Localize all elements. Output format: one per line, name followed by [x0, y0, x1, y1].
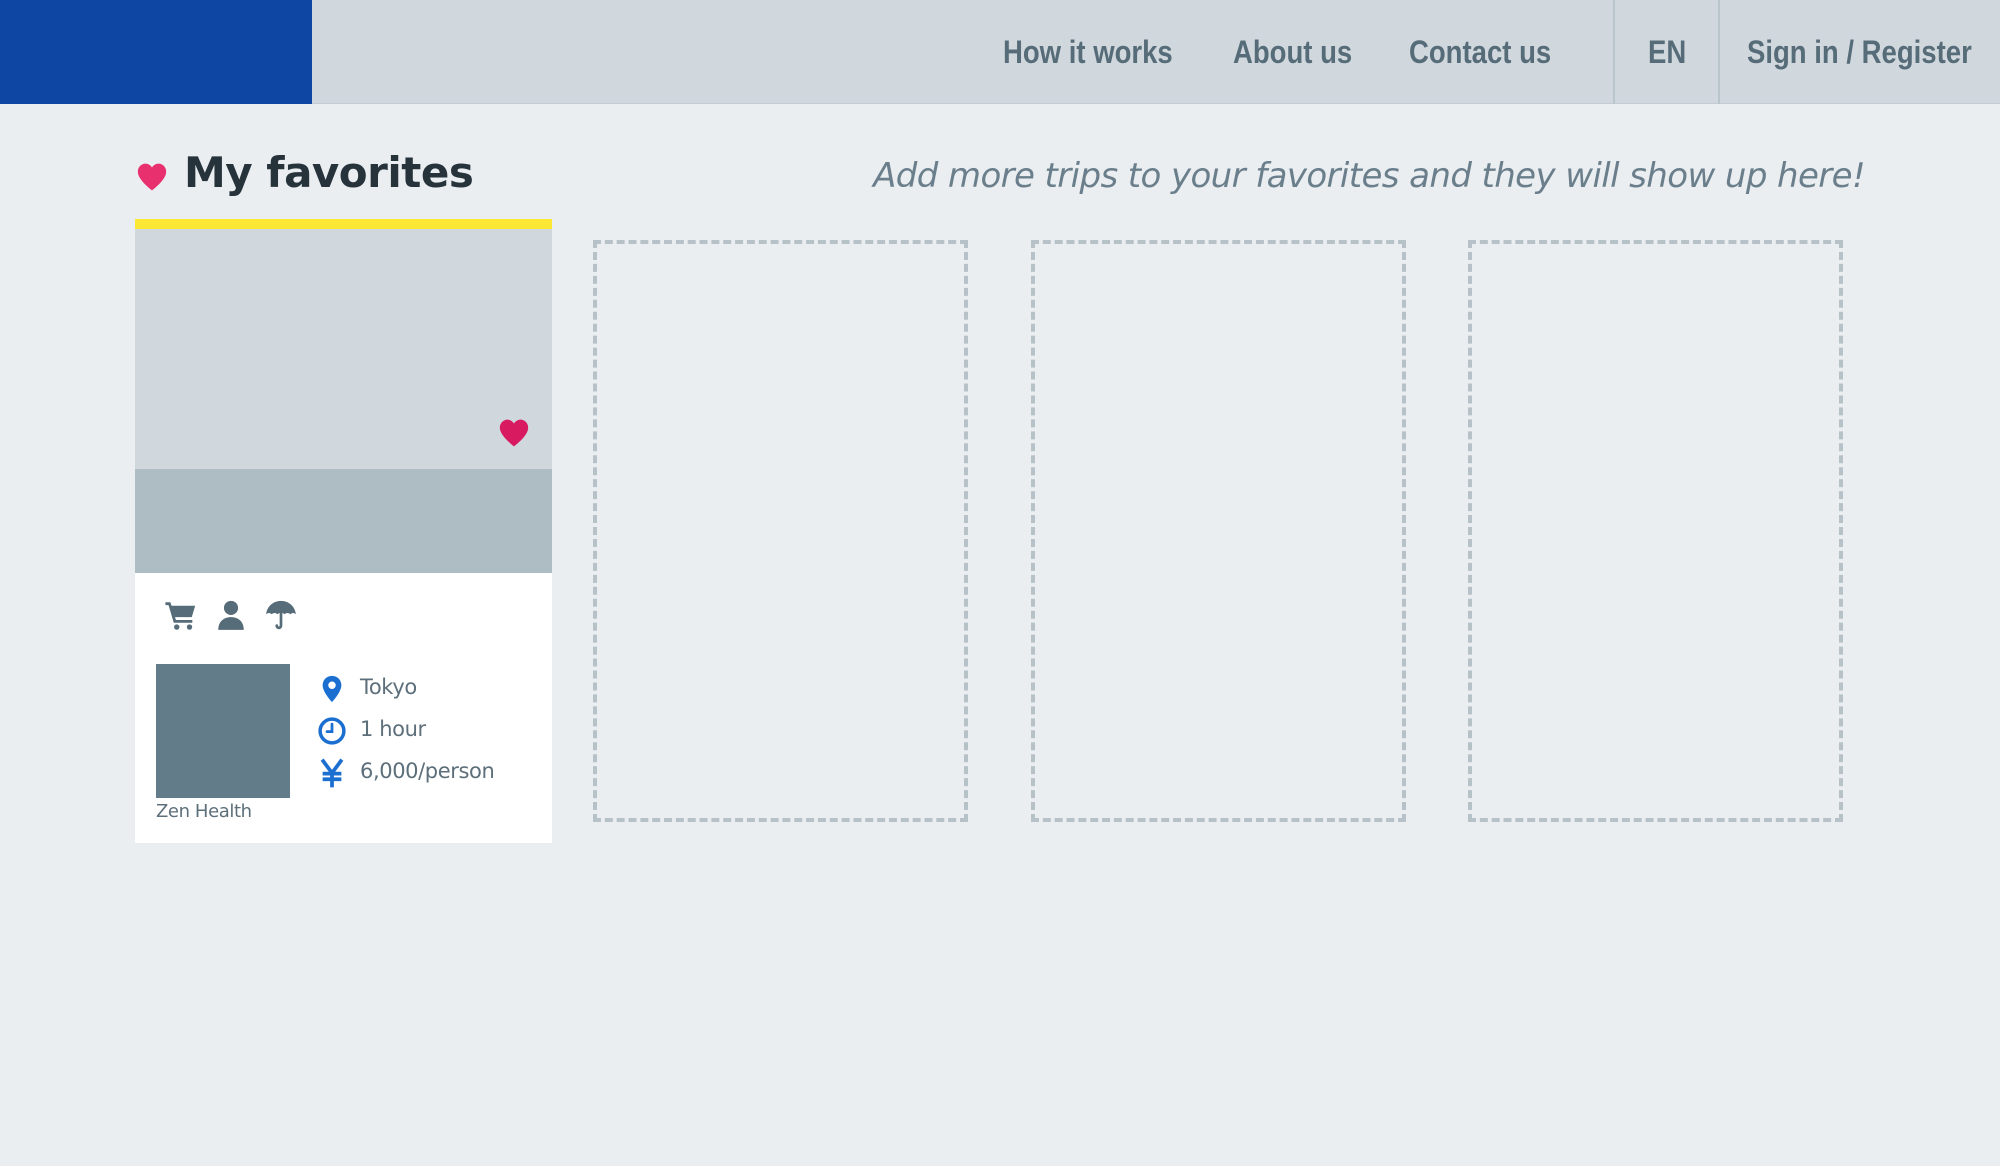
- trip-duration: 1 hour: [360, 717, 426, 741]
- provider-name: Zen Health: [156, 801, 252, 822]
- trip-card[interactable]: Zen Health Tokyo 1 hour 6,000/person: [135, 219, 552, 843]
- page-title: My favorites: [184, 148, 474, 197]
- clock-icon: [318, 717, 346, 745]
- nav-divider: [1718, 0, 1720, 104]
- empty-favorite-slot: [1031, 240, 1406, 822]
- trip-price: 6,000/person: [360, 759, 495, 783]
- card-accent-bar: [135, 219, 552, 229]
- umbrella-icon: [266, 600, 296, 630]
- trip-image-caption-area: [135, 469, 552, 573]
- location-pin-icon: [322, 675, 342, 703]
- sign-in-register-link[interactable]: Sign in / Register: [1747, 0, 1972, 104]
- cart-icon: [165, 602, 196, 630]
- language-selector[interactable]: EN: [1648, 0, 1686, 104]
- favorites-hint: Add more trips to your favorites and the…: [873, 156, 1866, 196]
- logo[interactable]: [0, 0, 312, 104]
- favorite-heart-icon[interactable]: [496, 416, 532, 450]
- empty-favorite-slot: [1468, 240, 1843, 822]
- empty-favorite-slot: [593, 240, 968, 822]
- yen-icon: [320, 758, 344, 788]
- provider-thumbnail[interactable]: [156, 664, 290, 798]
- heart-icon: [137, 163, 167, 191]
- trip-location: Tokyo: [360, 675, 417, 699]
- nav-contact-us[interactable]: Contact us: [1409, 0, 1551, 104]
- top-navigation-bar: How it works About us Contact us EN Sign…: [0, 0, 2000, 104]
- page-background: How it works About us Contact us EN Sign…: [0, 0, 2000, 1166]
- trip-image[interactable]: [135, 229, 552, 469]
- person-icon: [218, 600, 244, 630]
- nav-how-it-works[interactable]: How it works: [1003, 0, 1173, 104]
- nav-about-us[interactable]: About us: [1233, 0, 1352, 104]
- nav-divider: [1613, 0, 1615, 104]
